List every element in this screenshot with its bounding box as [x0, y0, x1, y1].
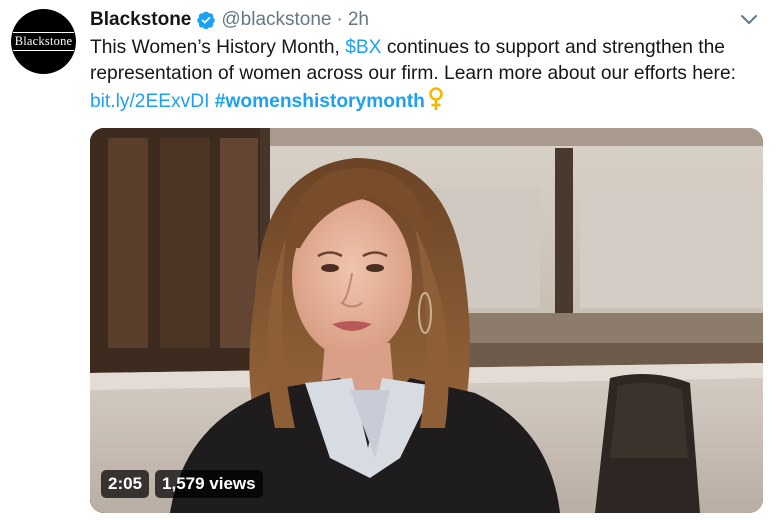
video-player[interactable]: 2:05 1,579 views: [90, 128, 763, 513]
chevron-down-icon[interactable]: [738, 11, 760, 29]
video-views: 1,579 views: [155, 470, 263, 498]
tweet-header: Blackstone @blackstone · 2h: [90, 7, 369, 33]
avatar[interactable]: Blackstone: [11, 9, 76, 74]
verified-badge-icon: [196, 10, 216, 30]
tweet-text-part1: This Women’s History Month,: [90, 37, 346, 58]
cashtag-link[interactable]: $BX: [345, 37, 381, 58]
tweet-text: This Women’s History Month, $BX continue…: [90, 35, 760, 119]
author-handle[interactable]: @blackstone: [221, 9, 331, 31]
hashtag-link[interactable]: #womenshistorymonth: [215, 91, 425, 112]
female-sign-icon: [428, 87, 444, 119]
video-overlay: 2:05 1,579 views: [101, 470, 263, 498]
separator-dot: ·: [336, 9, 343, 30]
url-link[interactable]: bit.ly/2EExvDI: [90, 91, 209, 112]
video-thumbnail: [90, 128, 763, 513]
author-name[interactable]: Blackstone: [90, 9, 191, 31]
timestamp[interactable]: 2h: [348, 9, 369, 31]
avatar-logo-text: Blackstone: [12, 32, 75, 51]
video-duration: 2:05: [101, 470, 150, 498]
